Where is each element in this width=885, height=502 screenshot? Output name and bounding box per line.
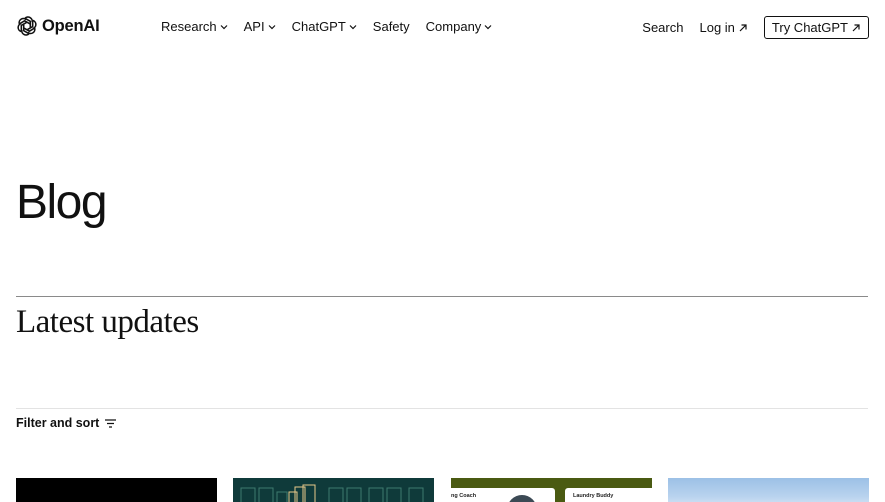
nav-chatgpt[interactable]: ChatGPT	[292, 19, 357, 34]
main-nav: Research API ChatGPT Safety Company	[161, 19, 508, 34]
nav-company-label: Company	[425, 19, 482, 34]
nav-api[interactable]: API	[244, 19, 276, 34]
gpt-panel-label: ng Coach	[451, 493, 477, 499]
page-title: Blog	[16, 176, 108, 229]
section-divider	[16, 296, 868, 297]
gpt-panel: ng Coach	[451, 488, 555, 502]
login-label: Log in	[699, 20, 735, 35]
nav-research[interactable]: Research	[161, 19, 228, 34]
chevron-down-icon	[484, 23, 492, 31]
nav-chatgpt-label: ChatGPT	[291, 19, 346, 34]
chevron-down-icon	[268, 23, 276, 31]
gpt-panel: Laundry Buddy	[565, 488, 652, 502]
search-link[interactable]: Search	[642, 20, 683, 35]
arrow-up-right-icon	[851, 23, 861, 33]
filter-icon	[99, 418, 117, 428]
nav-safety-label: Safety	[372, 19, 410, 34]
nav-api-label: API	[243, 19, 265, 34]
blog-card-2[interactable]	[233, 478, 434, 502]
chevron-down-icon	[220, 23, 228, 31]
brand-name: OpenAI	[42, 16, 100, 35]
blog-card-4[interactable]	[668, 478, 869, 502]
login-link[interactable]: Log in	[699, 20, 747, 35]
filter-divider	[16, 408, 868, 409]
search-label: Search	[642, 20, 684, 35]
try-chatgpt-button[interactable]: Try ChatGPT	[763, 16, 869, 39]
filter-sort-button[interactable]: Filter and sort	[16, 416, 117, 430]
bar-pattern-image	[240, 484, 424, 502]
nav-research-label: Research	[161, 19, 217, 34]
filter-sort-label: Filter and sort	[16, 416, 100, 430]
blog-card-1[interactable]	[16, 478, 217, 502]
openai-logo[interactable]: OpenAI	[16, 15, 100, 37]
site-header: OpenAI Research API ChatGPT Safety Compa…	[0, 0, 885, 54]
blog-card-3[interactable]: ng Coach Laundry Buddy	[451, 478, 652, 502]
avatar	[507, 495, 537, 502]
nav-company[interactable]: Company	[426, 19, 493, 34]
nav-safety[interactable]: Safety	[373, 19, 410, 34]
arrow-up-right-icon	[738, 23, 748, 33]
chevron-down-icon	[349, 23, 357, 31]
header-actions: Search Log in Try ChatGPT	[642, 16, 869, 39]
section-title: Latest updates	[16, 304, 199, 340]
openai-logo-icon	[16, 15, 38, 37]
try-chatgpt-label: Try ChatGPT	[771, 20, 848, 35]
gpt-panel-label: Laundry Buddy	[573, 493, 614, 499]
